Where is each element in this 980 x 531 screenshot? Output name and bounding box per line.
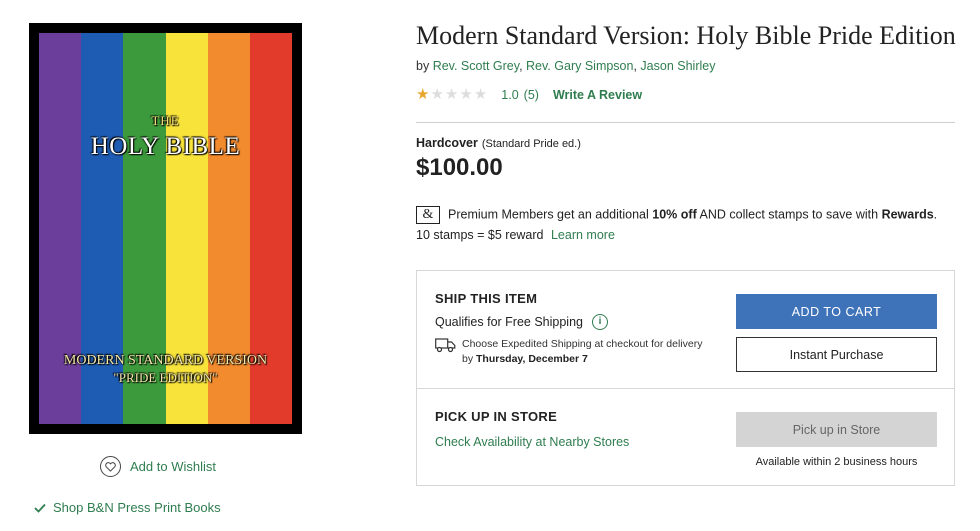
promo-discount: 10% off xyxy=(652,207,697,222)
rewards-label: Rewards xyxy=(881,207,934,222)
learn-more-link[interactable]: Learn more xyxy=(551,228,615,242)
stamps-text: 10 stamps = $5 reward xyxy=(416,228,544,242)
promo-period: . xyxy=(933,207,938,222)
cover-text-edition: "PRIDE EDITION" xyxy=(113,370,218,385)
add-to-wishlist[interactable]: Add to Wishlist xyxy=(100,456,216,477)
price: $100.00 xyxy=(416,154,503,181)
divider xyxy=(416,122,955,123)
star-icon: ★ xyxy=(416,86,430,103)
star-icon: ★ xyxy=(430,86,444,103)
expedited-by: by xyxy=(462,352,474,365)
format-label: Hardcover xyxy=(416,136,478,150)
delivery-date: Thursday, December 7 xyxy=(476,352,588,365)
premium-members-promo: & Premium Members get an additional 10% o… xyxy=(416,206,937,224)
cover-stripes: THE HOLY BIBLE MODERN STANDARD VERSION "… xyxy=(39,33,293,424)
byline: by Rev. Scott Grey, Rev. Gary Simpson, J… xyxy=(416,59,716,73)
book-cover-image[interactable]: THE HOLY BIBLE MODERN STANDARD VERSION "… xyxy=(29,23,302,434)
author-link[interactable]: Rev. Gary Simpson xyxy=(526,59,633,73)
wishlist-label: Add to Wishlist xyxy=(130,459,216,474)
instant-purchase-button[interactable]: Instant Purchase xyxy=(736,337,937,372)
expedited-shipping-note: Choose Expedited Shipping at checkout fo… xyxy=(462,337,702,366)
product-title: Modern Standard Version: Holy Bible Prid… xyxy=(416,21,956,50)
free-shipping-label: Qualifies for Free Shipping xyxy=(435,315,583,329)
pick-up-in-store-button[interactable]: Pick up in Store xyxy=(736,412,937,447)
star-icon: ★ xyxy=(459,86,473,103)
format-row: Hardcover (Standard Pride ed.) xyxy=(416,136,581,150)
rating-count[interactable]: (5) xyxy=(524,88,539,102)
star-icon: ★ xyxy=(473,86,488,103)
write-review-link[interactable]: Write A Review xyxy=(553,88,642,102)
cover-text-the: THE xyxy=(151,113,180,128)
shop-bn-press-link[interactable]: Shop B&N Press Print Books xyxy=(34,500,221,515)
truck-icon xyxy=(435,338,456,353)
promo-text: Premium Members get an additional xyxy=(448,207,649,222)
ship-this-item-heading: SHIP THIS ITEM xyxy=(435,291,538,306)
add-to-cart-button[interactable]: ADD TO CART xyxy=(736,294,937,329)
rating-value[interactable]: 1.0 xyxy=(501,88,518,102)
author-link[interactable]: Rev. Scott Grey xyxy=(433,59,519,73)
check-availability-link[interactable]: Check Availability at Nearby Stores xyxy=(435,435,629,449)
expedited-text: Choose Expedited Shipping at checkout fo… xyxy=(462,338,703,350)
promo-text-mid: AND collect stamps to save with xyxy=(699,207,879,222)
author-link[interactable]: Jason Shirley xyxy=(640,59,715,73)
heart-icon xyxy=(100,456,121,477)
rating-row: ★ ★ ★ ★ ★ 1.0 (5) Write A Review xyxy=(416,87,642,102)
section-divider xyxy=(417,388,954,389)
availability-note: Available within 2 business hours xyxy=(755,456,918,468)
free-shipping-row: Qualifies for Free Shipping i xyxy=(435,314,608,330)
checkmark-icon xyxy=(34,503,46,513)
cover-text-holy-bible: HOLY BIBLE xyxy=(90,133,241,160)
star-rating[interactable]: ★ ★ ★ ★ ★ xyxy=(416,87,487,102)
shop-press-label: Shop B&N Press Print Books xyxy=(53,500,221,515)
by-prefix: by xyxy=(416,59,430,73)
cover-text-version: MODERN STANDARD VERSION xyxy=(63,353,268,368)
purchase-options-box: SHIP THIS ITEM Qualifies for Free Shippi… xyxy=(416,270,955,486)
info-icon[interactable]: i xyxy=(592,314,608,330)
stamps-row: 10 stamps = $5 reward Learn more xyxy=(416,228,615,242)
bn-ampersand-icon: & xyxy=(416,206,440,224)
edition-label: (Standard Pride ed.) xyxy=(481,138,581,150)
star-icon: ★ xyxy=(444,86,459,103)
pick-up-in-store-heading: PICK UP IN STORE xyxy=(435,409,558,424)
